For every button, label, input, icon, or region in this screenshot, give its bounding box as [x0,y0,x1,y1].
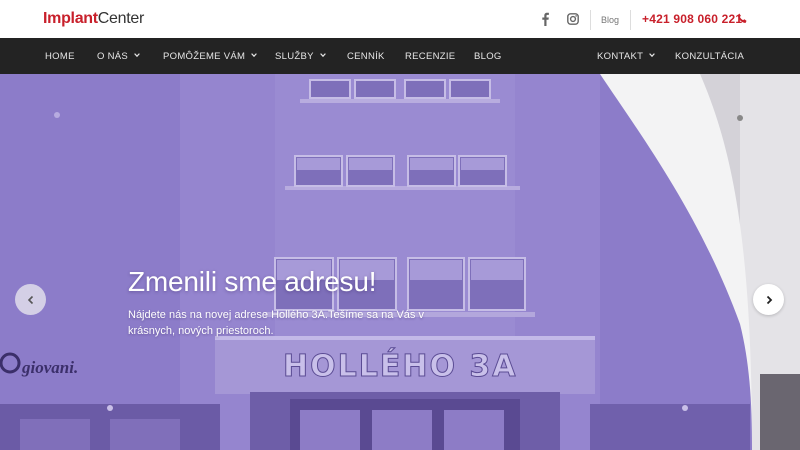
divider [590,10,591,30]
nav-label: POMÔŽEME VÁM [163,51,246,62]
hero-headline: Zmenili sme adresu! [128,266,377,297]
nav-label: RECENZIE [405,51,456,62]
building-sign: HOLLÉHO 3A [283,348,517,384]
nav-home[interactable]: HOME [45,38,75,74]
nav-pomozeme-vam[interactable]: POMÔŽEME VÁM [163,38,258,74]
chevron-down-icon [251,53,258,58]
nav-blog[interactable]: BLOG [474,38,502,74]
phone-number[interactable]: +421 908 060 221 [642,12,742,26]
nav-cennik[interactable]: CENNÍK [347,38,385,74]
nav-o-nas[interactable]: O NÁS [97,38,140,74]
logo[interactable]: ImplantCenter [43,10,144,28]
slider-prev-button[interactable] [15,284,46,315]
nav-kontakt[interactable]: KONTAKT [597,38,656,74]
top-blog-link[interactable]: Blog [601,15,619,25]
chevron-down-icon [649,53,656,58]
main-nav: HOME O NÁS POMÔŽEME VÁM SLUŽBY CENNÍK RE… [0,38,800,74]
chevron-down-icon [134,53,140,58]
nav-label: O NÁS [97,51,129,62]
nav-label: BLOG [474,51,502,62]
nav-konzultacia[interactable]: KONZULTÁCIA [675,38,744,74]
facebook-icon[interactable] [540,12,550,26]
phone-icon[interactable] [737,13,748,24]
neighbor-sign: giovani. [21,358,78,377]
nav-label: KONZULTÁCIA [675,51,745,62]
top-bar: ImplantCenter Blog +421 908 060 221 [0,0,800,38]
nav-label: HOME [45,51,75,62]
chevron-down-icon [319,53,326,58]
nav-label: CENNÍK [347,51,385,62]
hero-background-image: giovani. HOLLÉHO 3A [0,74,800,450]
nav-recenzie[interactable]: RECENZIE [405,38,455,74]
logo-part-implant: Implant [43,10,98,27]
slider-next-button[interactable] [753,284,784,315]
nav-label: SLUŽBY [275,51,314,62]
chevron-right-icon [766,295,772,304]
nav-label: KONTAKT [597,51,644,62]
hero-slider: giovani. HOLLÉHO 3A Zmenili sme adresu! … [0,74,800,450]
logo-part-center: Center [97,10,145,27]
nav-sluzby[interactable]: SLUŽBY [275,38,326,74]
hero-subtext: Nájdete nás na novej adrese Hollého 3A.T… [128,309,424,337]
chevron-left-icon [27,295,33,304]
divider [630,10,631,30]
instagram-icon[interactable] [567,13,579,25]
